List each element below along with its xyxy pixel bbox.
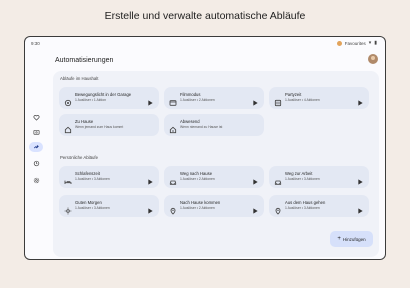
automation-icon (33, 144, 39, 148)
routine-name: Filmmodus (180, 92, 201, 97)
plus-icon: + (337, 236, 341, 242)
routine-name: Weg zur Arbeit (285, 171, 313, 176)
automations-nav-item[interactable] (29, 142, 43, 152)
motion-icon (64, 94, 72, 107)
favorites-nav-item[interactable] (30, 112, 42, 122)
play-icon[interactable] (251, 202, 259, 214)
heart-icon (33, 114, 39, 121)
add-routine-button[interactable]: + Hinzufügen (330, 231, 373, 247)
routine-summary: 1 Auslöser • 3 Aktionen (285, 206, 320, 210)
routine-card[interactable]: Filmmodus 1 Auslöser • 2 Aktionen (164, 87, 264, 109)
navigation-rail (25, 49, 47, 259)
routine-summary: 1 Auslöser • 2 Aktionen (180, 206, 215, 210)
routine-summary: Wenn jemand zum Haus kommt (75, 125, 124, 129)
routine-name: Nach Hause kommen (180, 200, 221, 205)
bed-icon (64, 173, 72, 184)
status-time: 9:30 (31, 41, 40, 46)
status-right: Favourites ▾ ▮ (336, 40, 377, 46)
play-icon[interactable] (251, 94, 259, 106)
away-icon (169, 121, 177, 134)
wifi-icon: ▾ (368, 40, 372, 46)
devices-icon (33, 129, 39, 135)
headline: Erstelle und verwalte automatische Abläu… (104, 10, 306, 22)
car-icon (169, 173, 177, 185)
routine-card[interactable]: Weg zur Arbeit 1 Auslöser • 3 Aktionen (269, 166, 369, 188)
routine-card[interactable]: Schlafenszeit 1 Auslöser • 3 Aktionen (59, 166, 159, 188)
history-nav-item[interactable] (30, 158, 42, 168)
page-title: Automatisierungen (55, 57, 114, 64)
routine-card[interactable]: Zu Hause Wenn jemand zum Haus kommt (59, 114, 159, 136)
location-icon (274, 202, 282, 215)
avatar[interactable] (368, 54, 378, 64)
routine-summary: 1 Auslöser • 3 Aktionen (75, 177, 110, 181)
play-icon[interactable] (356, 94, 364, 106)
film-icon (169, 94, 177, 106)
routine-summary: 1 Auslöser • 3 Aktionen (285, 177, 320, 181)
routine-card[interactable]: Aus dem Haus gehen 1 Auslöser • 3 Aktion… (269, 195, 369, 217)
routine-summary: 1 Auslöser • 1 Aktion (75, 98, 106, 102)
play-icon[interactable] (146, 94, 154, 106)
play-icon[interactable] (146, 173, 154, 185)
play-icon[interactable] (146, 202, 154, 214)
status-bar: 9:30 Favourites ▾ ▮ (25, 37, 385, 49)
settings-nav-item[interactable] (30, 175, 42, 185)
routine-summary: Wenn niemand zu Hause ist (180, 125, 223, 129)
tablet-frame: 9:30 Favourites ▾ ▮ Automatisierungen Ab… (24, 36, 386, 260)
routine-card[interactable]: Weg nach Hause 1 Auslöser • 2 Aktionen (164, 166, 264, 188)
history-icon (33, 160, 39, 166)
routine-name: Schlafenszeit (75, 171, 100, 176)
location-icon (169, 202, 177, 215)
sun-icon (64, 202, 72, 215)
add-button-label: Hinzufügen (342, 236, 366, 242)
settings-icon (33, 177, 39, 183)
routine-card[interactable]: Partyzeit 1 Auslöser • 4 Aktionen (269, 87, 369, 109)
routine-name: Aus dem Haus gehen (285, 200, 326, 205)
household-section-label: Abläufe im Haushalt (60, 76, 99, 81)
car-icon (274, 173, 282, 185)
play-icon[interactable] (356, 173, 364, 185)
routine-summary: 1 Auslöser • 2 Aktionen (180, 98, 215, 102)
personal-section-label: Persönliche Abläufe (60, 155, 98, 160)
routine-name: Weg nach Hause (180, 171, 213, 176)
play-icon[interactable] (356, 202, 364, 214)
routine-summary: 1 Auslöser • 2 Aktionen (180, 177, 215, 181)
account-dot-icon (336, 40, 342, 46)
battery-icon: ▮ (374, 40, 377, 46)
routine-card[interactable]: Nach Hause kommen 1 Auslöser • 2 Aktione… (164, 195, 264, 217)
routine-summary: 1 Auslöser • 4 Aktionen (285, 98, 320, 102)
routine-name: Partyzeit (285, 92, 302, 97)
automations-panel: Abläufe im Haushalt Bewegungslicht in de… (53, 71, 379, 257)
home-icon (64, 121, 72, 134)
party-icon (274, 94, 282, 107)
routine-card[interactable]: Guten Morgen 1 Auslöser • 3 Aktionen (59, 195, 159, 217)
routine-name: Guten Morgen (75, 200, 102, 205)
routine-name: Zu Hause (75, 119, 94, 124)
routine-name: Bewegungslicht in der Garage (75, 92, 132, 97)
devices-nav-item[interactable] (30, 127, 42, 137)
routine-name: Abwesend (180, 119, 200, 124)
play-icon[interactable] (251, 173, 259, 185)
routine-card[interactable]: Abwesend Wenn niemand zu Hause ist (164, 114, 264, 136)
status-account: Favourites (344, 40, 366, 46)
routine-card[interactable]: Bewegungslicht in der Garage 1 Auslöser … (59, 87, 159, 109)
routine-summary: 1 Auslöser • 3 Aktionen (75, 206, 110, 210)
